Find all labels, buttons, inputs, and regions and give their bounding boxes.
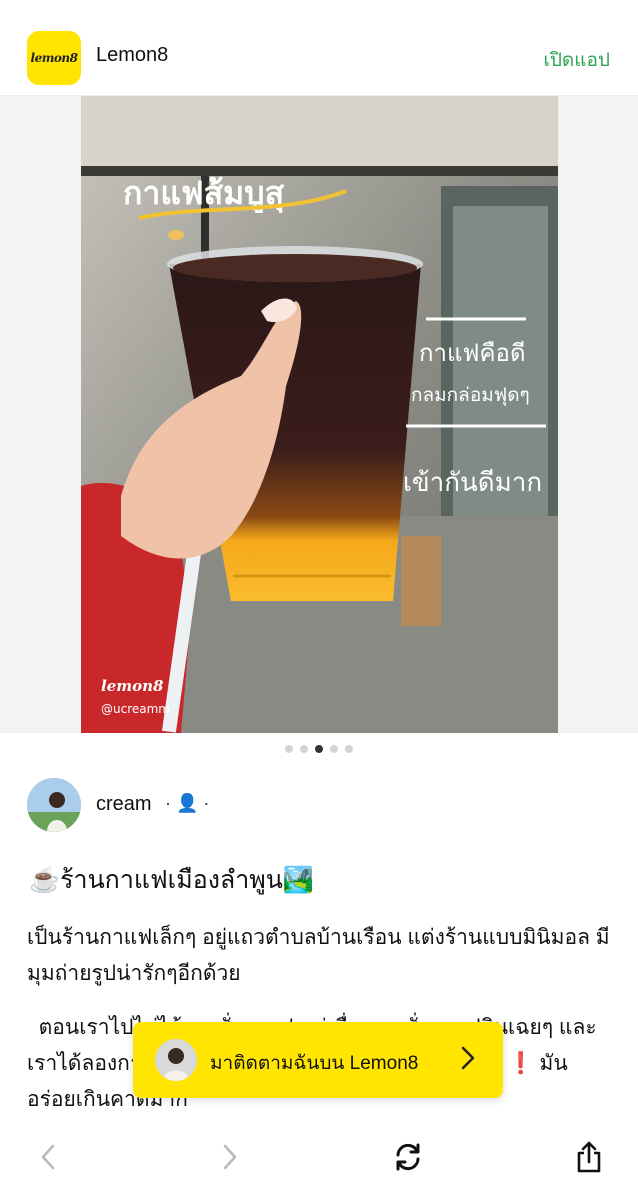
open-app-link[interactable]: เปิดแอป: [543, 45, 610, 75]
refresh-button[interactable]: [386, 1137, 430, 1181]
follow-banner[interactable]: มาติดตามฉันบน Lemon8: [133, 1022, 503, 1098]
share-button[interactable]: [567, 1137, 611, 1181]
logo-text: lemon8: [30, 51, 78, 65]
carousel-dot[interactable]: [330, 745, 338, 753]
post-paragraph: เป็นร้านกาแฟเล็กๆ อยู่แถวตำบลบ้านเรือน แ…: [27, 926, 610, 985]
carousel-dot[interactable]: [285, 745, 293, 753]
share-icon: [576, 1141, 602, 1177]
follow-text: มาติดตามฉันบน Lemon8: [210, 1053, 419, 1074]
photo-overlay-line3: เข้ากันดีมาก: [403, 468, 542, 498]
photo-overlay-line2: กลมกล่อมฟุดๆ: [411, 384, 530, 407]
post-photo[interactable]: กาแฟส้มบูสุ กาแฟคือดี กลมกล่อมฟุดๆ เข้าก…: [81, 96, 558, 733]
carousel-dot[interactable]: [315, 745, 323, 753]
author-row[interactable]: cream · 👤 ·: [27, 778, 607, 834]
app-name: Lemon8: [96, 44, 169, 66]
author-avatar[interactable]: [27, 778, 81, 832]
app-header: lemon8 Lemon8 เปิดแอป: [0, 0, 638, 96]
chevron-right-icon: [223, 1144, 237, 1174]
author-meta: · 👤 ·: [165, 793, 210, 813]
photo-overlay-line1: กาแฟคือดี: [419, 339, 526, 367]
lemon8-logo[interactable]: lemon8: [27, 31, 81, 85]
refresh-icon: [392, 1142, 424, 1176]
watermark-handle: @ucreamm: [101, 702, 170, 716]
chevron-left-icon: [41, 1144, 55, 1174]
carousel-dots: [0, 745, 638, 753]
back-button[interactable]: [26, 1137, 70, 1181]
post-title: ☕ร้านกาแฟเมืองลำพูน🏞️: [29, 866, 314, 894]
author-name[interactable]: cream: [96, 793, 152, 816]
carousel-dot[interactable]: [345, 745, 353, 753]
follow-avatar: [155, 1039, 197, 1081]
watermark-logo: lemon8: [101, 677, 164, 695]
chevron-right-icon: [461, 1046, 475, 1076]
forward-button[interactable]: [208, 1137, 252, 1181]
photo-gallery[interactable]: กาแฟส้มบูสุ กาแฟคือดี กลมกล่อมฟุดๆ เข้าก…: [0, 96, 638, 733]
carousel-dot[interactable]: [300, 745, 308, 753]
browser-toolbar: [0, 1125, 638, 1200]
